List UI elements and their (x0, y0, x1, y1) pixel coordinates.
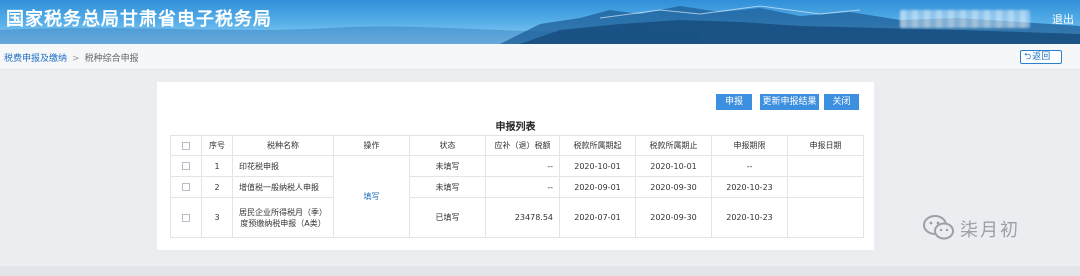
declaration-panel: 申报 更新申报结果 关闭 申报列表 序号 税种名称 操作 状态 应补（退）税额 … (157, 82, 874, 250)
row-checkbox[interactable] (182, 213, 190, 222)
row-declare-date (787, 176, 864, 198)
col-header-status: 状态 (409, 135, 486, 156)
site-title: 国家税务总局甘肃省电子税务局 (6, 9, 272, 30)
breadcrumb-parent-link[interactable]: 税费申报及缴纳 (4, 54, 67, 64)
footer-bar (0, 266, 1080, 276)
row-status: 已填写 (409, 197, 486, 238)
table-row: 2 增值税一般纳税人申报 未填写 -- 2020-09-01 2020-09-3… (170, 176, 864, 198)
close-button[interactable]: 关闭 (824, 94, 859, 110)
select-all-cell (170, 135, 202, 156)
row-deadline: 2020-10-23 (711, 176, 788, 198)
row-declare-date (787, 155, 864, 177)
user-info-blurred (900, 10, 1030, 28)
row-deadline: -- (711, 155, 788, 177)
row-period-start: 2020-09-01 (559, 176, 636, 198)
col-header-period-end: 税款所属期止 (635, 135, 712, 156)
row-checkbox[interactable] (182, 162, 190, 170)
watermark: 柒月初 (922, 214, 1052, 244)
back-button[interactable]: ⮌返回 (1020, 50, 1062, 64)
row-period-start: 2020-07-01 (559, 197, 636, 238)
row-checkbox[interactable] (182, 183, 190, 191)
list-title: 申报列表 (495, 122, 536, 133)
refresh-result-button[interactable]: 更新申报结果 (760, 94, 819, 110)
fill-link[interactable]: 填写 (364, 192, 380, 201)
breadcrumb-separator: > (72, 54, 80, 64)
col-header-period-start: 税款所属期起 (559, 135, 636, 156)
row-amount: -- (485, 155, 560, 177)
row-amount: -- (485, 176, 560, 198)
breadcrumb-bar: 税费申报及缴纳 > 税种综合申报 (0, 44, 1080, 70)
row-declare-date (787, 197, 864, 238)
row-no: 2 (201, 176, 233, 198)
row-period-end: 2020-09-30 (635, 197, 712, 238)
row-no: 3 (201, 197, 233, 238)
declaration-table: 序号 税种名称 操作 状态 应补（退）税额 税款所属期起 税款所属期止 申报期限… (170, 135, 864, 238)
row-period-start: 2020-10-01 (559, 155, 636, 177)
row-tax-name: 印花税申报 (232, 155, 334, 177)
select-all-checkbox[interactable] (182, 141, 190, 150)
breadcrumb: 税费申报及缴纳 > 税种综合申报 (4, 51, 139, 64)
watermark-text: 柒月初 (960, 220, 1020, 241)
app-header: 国家税务总局甘肃省电子税务局 退出 (0, 0, 1080, 44)
row-tax-name: 增值税一般纳税人申报 (232, 176, 334, 198)
table-row: 3 居民企业所得税月（季）度预缴纳税申报（A类） 已填写 23478.54 20… (170, 197, 864, 238)
logout-link[interactable]: 退出 (1052, 11, 1074, 27)
row-tax-name: 居民企业所得税月（季）度预缴纳税申报（A类） (232, 197, 334, 238)
col-header-amount: 应补（退）税额 (485, 135, 560, 156)
row-no: 1 (201, 155, 233, 177)
col-header-deadline: 申报期限 (711, 135, 788, 156)
breadcrumb-current: 税种综合申报 (84, 54, 139, 64)
row-period-end: 2020-10-01 (635, 155, 712, 177)
back-button-label: 返回 (1032, 52, 1051, 62)
col-header-name: 税种名称 (232, 135, 334, 156)
wechat-icon (923, 215, 954, 240)
row-status: 未填写 (409, 155, 486, 177)
back-arrow-icon: ⮌ (1024, 52, 1032, 62)
report-button[interactable]: 申报 (716, 94, 752, 110)
table-row: 1 印花税申报 填写 未填写 -- 2020-10-01 2020-10-01 … (170, 155, 864, 238)
table-header-row: 序号 税种名称 操作 状态 应补（退）税额 税款所属期起 税款所属期止 申报期限… (170, 135, 864, 156)
col-header-declare-date: 申报日期 (787, 135, 864, 156)
col-header-no: 序号 (201, 135, 233, 156)
action-cell: 填写 (333, 155, 410, 238)
col-header-action: 操作 (333, 135, 410, 156)
row-status: 未填写 (409, 176, 486, 198)
row-amount: 23478.54 (485, 197, 560, 238)
row-period-end: 2020-09-30 (635, 176, 712, 198)
row-deadline: 2020-10-23 (711, 197, 788, 238)
